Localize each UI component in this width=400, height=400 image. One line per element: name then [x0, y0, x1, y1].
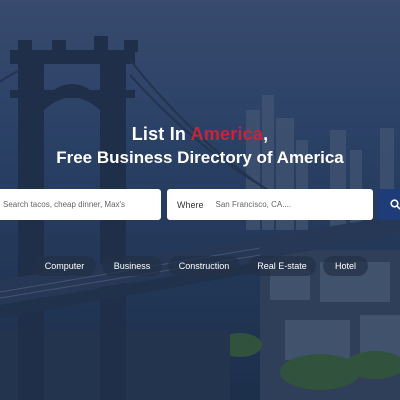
hero-subtitle: Free Business Directory of America	[56, 148, 344, 167]
search-button[interactable]	[378, 189, 400, 220]
category-computer[interactable]: Computer	[33, 256, 96, 276]
category-business[interactable]: Business	[102, 256, 162, 276]
where-label: Where	[177, 199, 204, 210]
where-search-field[interactable]: Where	[167, 189, 373, 220]
what-search-field[interactable]	[0, 189, 161, 220]
hero-title: List In America,	[131, 124, 269, 144]
what-search-input[interactable]	[3, 200, 161, 209]
search-icon	[390, 199, 400, 210]
where-search-input[interactable]	[215, 200, 373, 209]
category-construction[interactable]: Construction	[168, 256, 240, 276]
hero-title-accent: America	[190, 124, 264, 144]
category-real-estate[interactable]: Real E-state	[248, 256, 316, 276]
category-hotel[interactable]: Hotel	[323, 256, 368, 276]
